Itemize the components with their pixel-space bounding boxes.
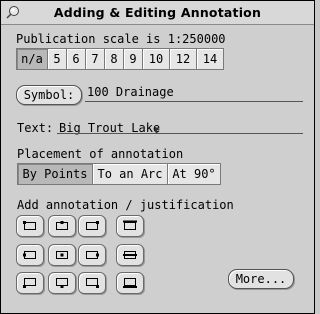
justify-upper-left-button[interactable] [16,215,44,237]
placement-option[interactable]: By Points [17,163,92,185]
justify-lower-right-button[interactable] [78,272,106,294]
justify-bottom-line-button[interactable] [116,272,144,294]
scale-option[interactable]: 5 [47,48,66,70]
justify-lower-left-icon [23,278,36,288]
justify-middle-right-icon [86,251,99,259]
scale-option[interactable]: 10 [142,48,169,70]
scale-option[interactable]: 7 [85,48,104,70]
scale-option[interactable]: 9 [123,48,142,70]
placement-option[interactable]: At 90° [167,163,221,185]
placement-option[interactable]: To an Arc [92,163,167,185]
justify-lower-left-button[interactable] [16,272,44,294]
scale-option[interactable]: n/a [16,48,47,70]
annotation-dialog: Adding & Editing Annotation Publication … [0,0,315,314]
justify-upper-left-icon [23,221,36,230]
scale-option[interactable]: 8 [104,48,123,70]
justify-top-line-icon [123,220,137,230]
text-label: Text: [17,121,54,135]
justify-center-icon [56,251,68,259]
placement-selector: By Points To an Arc At 90° [17,163,221,185]
scale-selector: n/a 5 6 7 8 9 10 12 14 [16,48,224,70]
more-button[interactable]: More... [228,269,294,289]
justify-center-button[interactable] [48,244,76,266]
justify-upper-center-button[interactable] [48,215,76,237]
justify-middle-left-icon [23,251,36,259]
symbol-button[interactable]: Symbol: [16,85,82,105]
symbol-value: 100 Drainage [87,85,174,99]
title-bar: Adding & Editing Annotation [1,1,314,25]
scale-option[interactable]: 6 [66,48,85,70]
justify-middle-left-button[interactable] [16,244,44,266]
justify-middle-line-icon [123,251,137,259]
justification-label: Add annotation / justification [17,198,234,212]
window-title: Adding & Editing Annotation [53,5,262,20]
justify-middle-line-button[interactable] [116,244,144,266]
publication-scale-label: Publication scale is 1:250000 [16,32,226,46]
justify-lower-center-icon [56,278,68,288]
justify-lower-center-button[interactable] [48,272,76,294]
justify-top-line-button[interactable] [116,215,144,237]
justify-middle-right-button[interactable] [78,244,106,266]
justify-bottom-line-icon [123,278,137,288]
scale-option[interactable]: 14 [196,48,224,70]
text-underline [57,133,303,134]
justify-upper-center-icon [56,221,68,230]
placement-label: Placement of annotation [17,147,184,161]
scale-option[interactable]: 12 [169,48,196,70]
justify-upper-right-icon [86,221,99,230]
justify-lower-right-icon [86,278,99,288]
symbol-underline [85,101,303,102]
justify-upper-right-button[interactable] [78,215,106,237]
